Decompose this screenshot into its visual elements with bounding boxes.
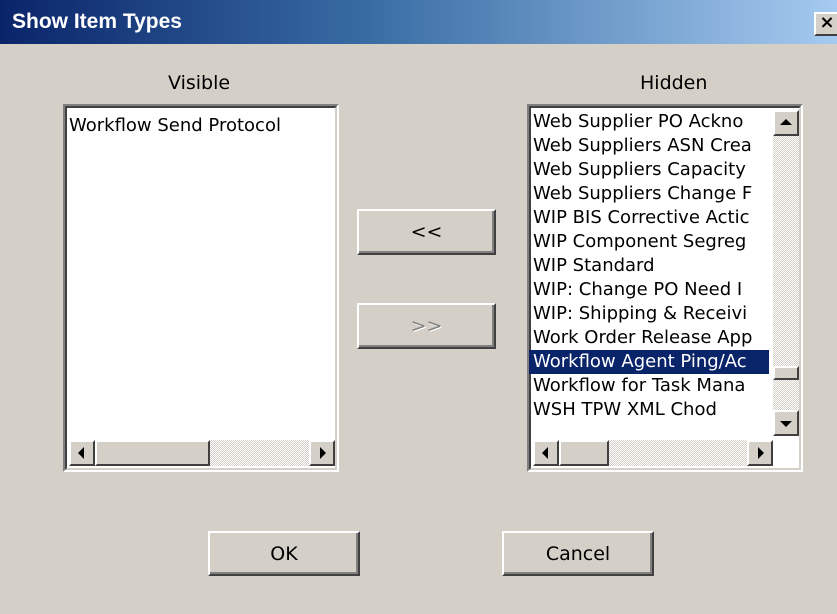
- scroll-left-button[interactable]: [69, 440, 95, 466]
- scroll-right-button[interactable]: [309, 440, 335, 466]
- close-button[interactable]: ×: [814, 12, 837, 36]
- list-item[interactable]: WIP BIS Corrective Actic: [533, 206, 749, 230]
- dialog-title: Show Item Types: [12, 10, 182, 33]
- move-to-hidden-button[interactable]: >>: [357, 303, 496, 349]
- ok-button[interactable]: OK: [208, 531, 360, 576]
- list-item[interactable]: Web Supplier PO Ackno: [533, 110, 743, 134]
- arrow-down-icon: [780, 421, 792, 427]
- show-item-types-dialog: Show Item Types × Visible Workflow Send …: [0, 0, 837, 614]
- hidden-items-viewport: Web Supplier PO Ackno Web Suppliers ASN …: [529, 106, 769, 436]
- hidden-vertical-scrollbar[interactable]: [773, 110, 799, 436]
- visible-listbox-frame: [65, 106, 337, 470]
- cancel-label: Cancel: [545, 542, 611, 565]
- hidden-listbox[interactable]: Web Supplier PO Ackno Web Suppliers ASN …: [527, 104, 803, 472]
- visible-label: Visible: [168, 72, 231, 94]
- list-item-selected[interactable]: Workflow Agent Ping/Ac: [529, 350, 769, 374]
- list-item[interactable]: WIP: Shipping & Receivi: [533, 302, 747, 326]
- list-item[interactable]: Work Order Release App: [533, 326, 752, 350]
- visible-horizontal-scrollbar[interactable]: [69, 440, 335, 466]
- move-to-visible-label: <<: [410, 221, 443, 243]
- hidden-horizontal-scrollbar[interactable]: [533, 440, 773, 466]
- ok-label: OK: [270, 542, 298, 565]
- list-item[interactable]: Web Suppliers Change F: [533, 182, 752, 206]
- arrow-left-icon: [542, 447, 548, 459]
- arrow-left-icon: [78, 447, 84, 459]
- list-item[interactable]: Web Suppliers Capacity: [533, 158, 746, 182]
- arrow-right-icon: [758, 447, 764, 459]
- list-item[interactable]: WIP Component Segreg: [533, 230, 746, 254]
- scroll-down-button[interactable]: [773, 410, 799, 436]
- list-item[interactable]: Web Suppliers ASN Crea: [533, 134, 752, 158]
- list-item[interactable]: WSH TPW XML Chod: [533, 398, 717, 422]
- scroll-thumb[interactable]: [95, 440, 210, 466]
- title-bar[interactable]: Show Item Types ×: [0, 0, 837, 44]
- arrow-up-icon: [780, 119, 792, 125]
- list-item[interactable]: WIP Standard: [533, 254, 655, 278]
- visible-listbox[interactable]: Workflow Send Protocol: [63, 104, 339, 472]
- cancel-button[interactable]: Cancel: [502, 531, 654, 576]
- list-item[interactable]: Workflow Send Protocol: [69, 114, 281, 138]
- list-item[interactable]: WIP: Change PO Need I: [533, 278, 742, 302]
- scroll-up-button[interactable]: [773, 110, 799, 136]
- scroll-thumb[interactable]: [773, 366, 799, 380]
- arrow-right-icon: [320, 447, 326, 459]
- hidden-label: Hidden: [640, 72, 708, 94]
- scroll-right-button[interactable]: [747, 440, 773, 466]
- move-to-hidden-label: >>: [410, 315, 443, 337]
- scroll-thumb[interactable]: [559, 440, 609, 466]
- scroll-left-button[interactable]: [533, 440, 559, 466]
- list-item[interactable]: Workflow for Task Mana: [533, 374, 745, 398]
- close-icon: ×: [819, 12, 835, 33]
- move-to-visible-button[interactable]: <<: [357, 209, 496, 255]
